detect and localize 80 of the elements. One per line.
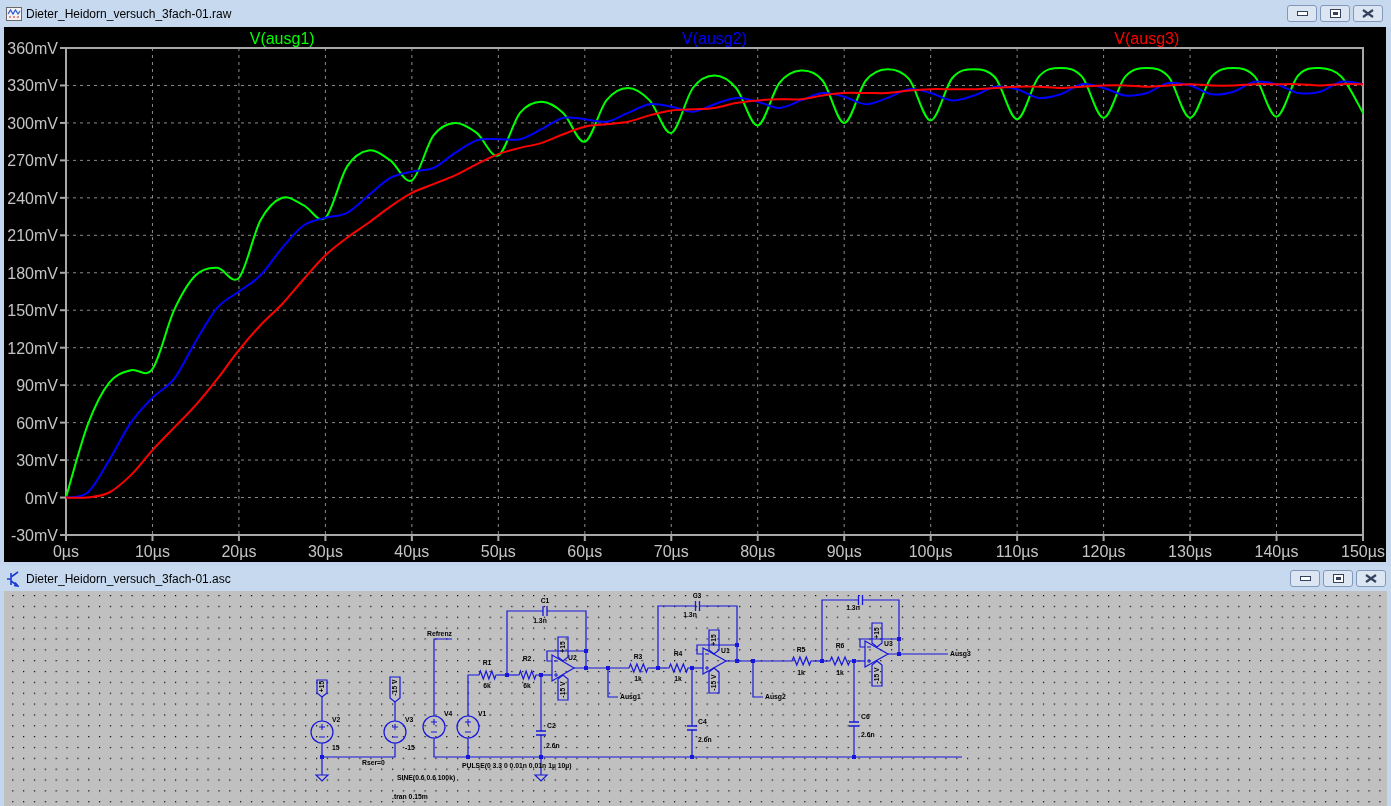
x-tick-label: 90µs [826,543,862,560]
x-tick-label: 110µs [995,543,1039,560]
resistor-symbol [476,669,499,681]
x-tick-label: 40µs [394,543,430,560]
legend-label: V(ausg3) [1114,30,1180,47]
maximize-button[interactable] [1323,570,1353,587]
y-tick-label: -30mV [10,527,58,544]
capacitor-symbol [686,725,698,731]
legend-label: V(ausg2) [682,30,747,47]
y-tick-label: 240mV [7,189,58,207]
x-tick-label: 10µs [134,543,170,560]
voltage-source-symbol [422,715,446,739]
x-tick-label: 140µs [1254,543,1299,560]
close-button[interactable] [1356,570,1386,587]
maximize-button[interactable] [1320,5,1350,22]
y-tick-label: 300mV [7,114,58,132]
y-tick-label: 150mV [7,302,58,320]
close-icon [1362,9,1374,18]
capacitor-symbol [542,605,548,617]
x-tick-label: 70µs [653,543,689,560]
wire [467,674,478,717]
y-tick-label: 60mV [16,414,58,432]
resistor-symbol [666,662,691,674]
x-tick-label: 80µs [740,543,776,560]
minimize-button[interactable] [1287,5,1317,22]
power-flag [389,676,401,703]
y-tick-label: 210mV [7,227,58,245]
capacitor-symbol [694,600,701,612]
y-tick-label: 30mV [16,452,58,470]
y-tick-label: 0mV [25,489,58,507]
y-tick-label: 90mV [16,377,58,395]
power-flag [871,660,883,687]
capacitor-symbol [848,721,860,727]
wire [321,696,323,722]
power-flag [316,679,328,698]
voltage-source-symbol [383,720,407,744]
capacitor-symbol [857,594,864,606]
transistor-icon [7,570,19,587]
y-tick-label: 330mV [7,77,58,95]
ground-symbol [314,774,330,782]
wire [394,701,396,722]
x-tick-label: 30µs [307,543,343,560]
opamp-symbol [551,653,576,683]
minimize-button[interactable] [1290,570,1320,587]
x-tick-label: 100µs [908,543,953,560]
window-title: Dieter_Heidorn_versuch_3fach-01.raw [26,5,232,23]
close-button[interactable] [1353,5,1383,22]
close-icon [1365,574,1377,583]
legend-label: V(ausg1) [249,30,315,47]
ground-symbol [533,774,549,782]
power-flag [708,629,720,655]
window-title: Dieter_Heidorn_versuch_3fach-01.asc [26,570,231,588]
power-flag [708,667,720,694]
y-tick-label: 120mV [7,339,58,357]
resistor-symbol [516,669,539,681]
resistor-symbol [626,662,651,674]
minimize-icon [1296,11,1308,16]
capacitor-symbol [535,730,547,736]
y-tick-label: 360mV [7,40,58,57]
maximize-icon [1332,574,1344,583]
x-tick-label: 50µs [480,543,516,560]
resistor-symbol [827,655,853,667]
minimize-icon [1299,576,1311,581]
y-tick-label: 270mV [7,152,58,170]
x-tick-label: 130µs [1168,543,1213,560]
x-tick-label: 150µs [1341,543,1385,560]
opamp-symbol [702,646,728,676]
power-flag [871,622,883,648]
power-flag [557,674,569,701]
waveform-icon [6,6,22,21]
y-tick-label: 180mV [7,264,58,282]
x-tick-label: 120µs [1081,543,1126,560]
x-tick-label: 20µs [221,543,257,560]
voltage-source-symbol [456,715,480,739]
x-tick-label: 0µs [52,543,80,560]
voltage-source-symbol [310,720,334,744]
resistor-symbol [789,655,814,667]
maximize-icon [1329,9,1341,18]
x-tick-label: 60µs [567,543,603,560]
power-flag [557,636,569,662]
